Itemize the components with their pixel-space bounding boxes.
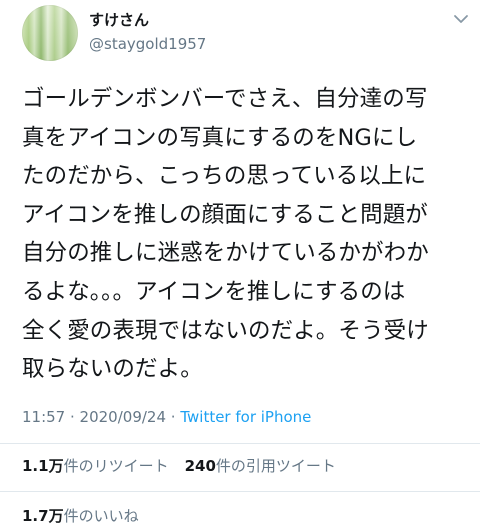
avatar[interactable] [22,5,78,61]
quotes-label: 件の引用ツイート [215,457,336,475]
meta-separator: · [166,408,181,426]
likes-stat[interactable]: 1.7万件のいいね [22,507,139,525]
tweet-text-line: アイコンを推しの顔面にすること問題が [22,201,428,228]
quotes-count: 240 [184,457,216,475]
tweet-text-line: 全く愛の表現ではないのだよ。そう受け [22,317,429,344]
user-handle[interactable]: @staygold1957 [89,34,206,54]
tweet-meta: 11:57 · 2020/09/24 · Twitter for iPhone [22,407,311,427]
tweet-card: すけさん @staygold1957 ゴールデンボンバーでさえ、自分達の写 真を… [0,0,480,526]
tweet-text-line: 取らないのだよ。 [22,356,203,383]
tweet-text-line: 真をアイコンの写真にするのをNGにし [22,124,418,151]
likes-label: 件のいいね [63,507,139,525]
meta-separator: · [65,408,80,426]
tweet-text-line: たのだから、こっちの思っている以上に [22,163,427,190]
quotes-stat[interactable]: 240件の引用ツイート [185,457,336,475]
likes-row: 1.7万件のいいね [22,506,155,526]
tweet-text-line: 自分の推しに迷惑をかけているかがわか [22,240,429,267]
display-name[interactable]: すけさん [89,10,149,30]
retweets-stat[interactable]: 1.1万件のリツイート [22,457,169,475]
retweets-label: 件のリツイート [63,457,169,475]
tweet-source-link[interactable]: Twitter for iPhone [180,408,311,426]
likes-count: 1.7万 [22,507,64,525]
chevron-down-icon[interactable] [452,10,470,28]
divider [0,491,480,492]
engagement-row: 1.1万件のリツイート 240件の引用ツイート [22,456,352,476]
divider [0,443,480,444]
tweet-date[interactable]: 2020/09/24 [80,408,166,426]
tweet-text-line: るよな。。。アイコンを推しにするのは [22,278,406,305]
tweet-time[interactable]: 11:57 [22,408,65,426]
retweets-count: 1.1万 [22,457,64,475]
tweet-text: ゴールデンボンバーでさえ、自分達の写 真をアイコンの写真にするのをNGにし たの… [22,80,468,389]
tweet-text-line: ゴールデンボンバーでさえ、自分達の写 [22,86,428,112]
